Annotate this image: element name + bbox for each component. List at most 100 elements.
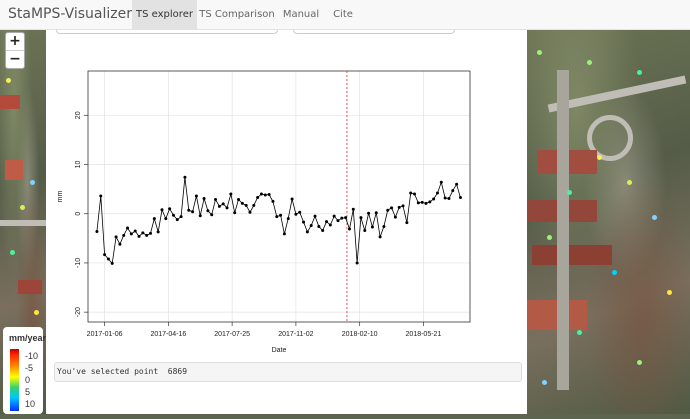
map-point[interactable] [567,190,572,195]
data-point [439,180,443,184]
map-point[interactable] [6,78,11,83]
data-point [271,199,275,203]
map-point[interactable] [10,250,15,255]
map-point[interactable] [20,205,25,210]
map-point[interactable] [34,310,39,315]
data-point [386,208,390,212]
tab-manual[interactable]: Manual [277,0,325,29]
x-tick-label: 2018-02-10 [342,331,378,338]
date-input-stub[interactable] [56,30,278,34]
data-point [340,216,344,220]
data-point [447,196,451,200]
zoom-in-button[interactable]: + [6,33,24,50]
data-point [359,216,363,220]
data-point [286,217,290,221]
map-point[interactable] [577,330,582,335]
data-point [259,192,263,196]
data-point [443,196,447,200]
data-point [294,212,298,216]
data-point [221,202,225,206]
data-point [129,232,133,236]
legend-label: 10 [25,399,36,409]
data-point [409,191,413,195]
tab-ts-explorer[interactable]: TS explorer [132,0,197,29]
data-point [141,231,145,235]
tab-cite[interactable]: Cite [326,0,360,29]
data-point [424,201,428,205]
data-point [328,223,332,227]
data-point [252,203,256,207]
data-point [256,195,260,199]
map-road [0,220,46,226]
data-point [198,214,202,218]
select-input-stub[interactable] [293,30,455,34]
map-point[interactable] [667,290,672,295]
legend-title: mm/year [9,333,47,343]
y-axis-label: mm [57,191,64,203]
tab-ts-comparison[interactable]: TS Comparison [198,0,276,29]
map-point[interactable] [637,70,642,75]
data-point [355,261,359,265]
data-point [382,225,386,229]
legend-label: -5 [25,363,34,373]
data-point [194,194,198,198]
series-line [96,177,461,265]
map-point[interactable] [537,50,542,55]
data-point [206,209,210,213]
data-point [428,200,432,204]
selected-point-status: You've selected point 6869 [54,362,522,382]
x-tick-label: 2017-01-06 [87,331,123,338]
data-point [317,225,321,229]
data-point [133,229,137,233]
data-point [110,261,114,265]
data-point [103,253,107,257]
map-point[interactable] [587,60,592,65]
map-point[interactable] [637,360,642,365]
data-point [237,197,241,201]
ts-explorer-panel: 2017-01-06 2017-04-16 2017-07-25 2017-11-02… [46,30,527,414]
data-point [370,225,374,229]
data-point [248,210,252,214]
map-point[interactable] [542,380,547,385]
data-point [187,208,191,212]
data-point [175,218,179,222]
data-point [378,235,382,239]
data-point [279,213,283,217]
data-point [416,201,420,205]
y-tick-label: 0 [75,212,82,216]
x-tick-label: 2017-11-02 [278,331,313,338]
map-point[interactable] [627,180,632,185]
data-point [118,242,122,246]
y-tick-label: -10 [75,258,82,268]
map-building [0,95,20,109]
data-point [106,257,110,261]
data-point [168,207,172,211]
map-point[interactable] [597,155,602,160]
map-point[interactable] [30,180,35,185]
map-point[interactable] [547,235,552,240]
data-point [263,193,267,197]
zoom-control: + − [5,32,25,69]
map-building [532,245,612,265]
data-point [229,192,233,196]
data-point [290,197,294,201]
data-point [420,200,424,204]
data-point [183,175,187,179]
data-point [332,214,336,218]
map-view-right[interactable] [527,30,690,414]
map-road [557,70,569,390]
legend-label: 5 [25,387,31,397]
data-point [435,191,439,195]
map-point[interactable] [652,215,657,220]
data-point [171,213,175,217]
data-point [160,208,164,212]
data-point [363,228,367,232]
data-point [344,216,348,220]
data-point [367,211,371,215]
data-point [164,217,168,221]
data-point [210,213,214,217]
data-point [126,226,130,230]
legend-color-ramp [10,349,19,411]
map-point[interactable] [612,270,617,275]
zoom-out-button[interactable]: − [6,51,24,68]
